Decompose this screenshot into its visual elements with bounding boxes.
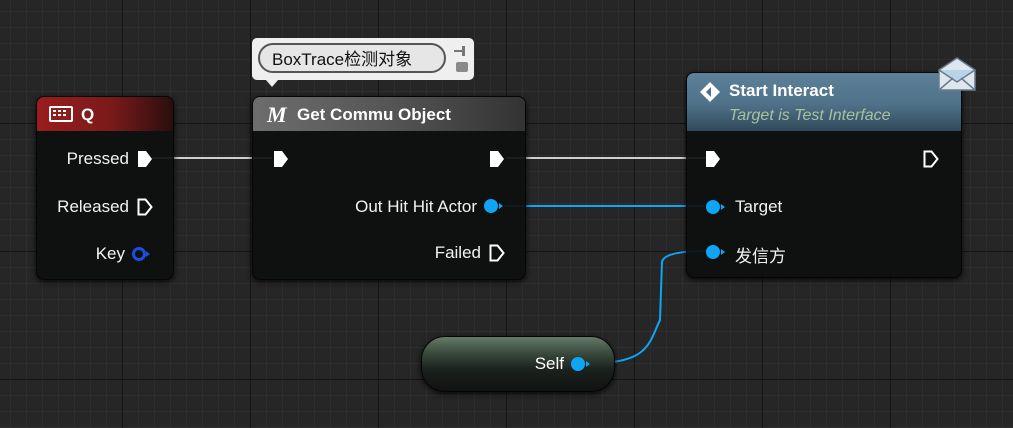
node-comment-bubble[interactable]: BoxTrace检测对象 xyxy=(252,38,474,87)
self-reference-node[interactable]: Self xyxy=(421,336,615,392)
pin-label-key: Key xyxy=(95,244,125,263)
exec-out-pin-startinteract[interactable] xyxy=(923,150,939,168)
exec-in-pin-startinteract[interactable] xyxy=(705,150,721,168)
pin-label-released: Released xyxy=(57,197,129,216)
pin-label-target: Target xyxy=(735,197,783,216)
pin-label-failed: Failed xyxy=(434,243,481,262)
self-node-label: Self xyxy=(534,354,564,373)
object-pin-out-hit-actor[interactable] xyxy=(483,198,505,214)
macro-icon: M xyxy=(267,102,287,127)
exec-pin-failed[interactable] xyxy=(489,244,505,262)
exec-out-pin-getcommu[interactable] xyxy=(489,150,505,168)
q-node-title: Q xyxy=(81,105,95,124)
interface-diamond-icon xyxy=(700,82,720,102)
get-commu-node-header[interactable]: M Get Commu Object xyxy=(253,97,525,131)
pin-label-pressed: Pressed xyxy=(66,149,129,168)
message-envelope-icon xyxy=(938,57,976,91)
pin-label-sender: 发信方 xyxy=(735,247,786,266)
q-node-header[interactable]: Q xyxy=(37,97,173,131)
pin-comment-icon[interactable] xyxy=(454,43,468,56)
start-interact-node[interactable]: Start Interact Target is Test Interface … xyxy=(686,72,962,278)
object-pin-target[interactable] xyxy=(705,199,727,215)
exec-pin-released[interactable] xyxy=(137,198,153,216)
q-key-event-node[interactable]: Q Pressed Released Key xyxy=(36,96,174,280)
comment-bubble-toggle-icon[interactable] xyxy=(456,62,468,72)
object-pin-sender[interactable] xyxy=(705,244,727,260)
node-comment-text[interactable]: BoxTrace检测对象 xyxy=(258,43,446,73)
get-commu-node-title: Get Commu Object xyxy=(297,105,451,124)
object-pin-self[interactable] xyxy=(570,356,592,372)
struct-pin-key[interactable] xyxy=(131,246,151,262)
exec-pin-pressed[interactable] xyxy=(137,150,153,168)
start-interact-subtitle: Target is Test Interface xyxy=(729,107,891,124)
start-interact-title: Start Interact xyxy=(729,81,834,100)
exec-in-pin-getcommu[interactable] xyxy=(273,150,289,168)
pin-label-out-hit-actor: Out Hit Hit Actor xyxy=(355,197,477,216)
start-interact-node-header[interactable]: Start Interact Target is Test Interface xyxy=(687,73,961,131)
keyboard-icon xyxy=(49,106,73,122)
get-commu-object-node[interactable]: M Get Commu Object Out Hit Hit Actor Fai… xyxy=(252,96,526,280)
